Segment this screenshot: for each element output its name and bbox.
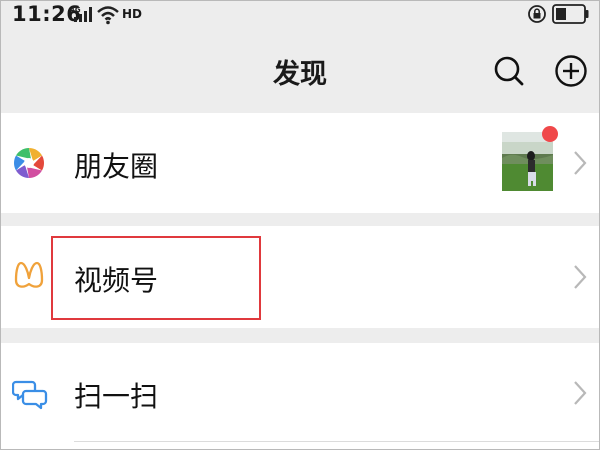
hd-label: HD	[122, 7, 143, 21]
list-item-scan[interactable]: 扫一扫	[0, 343, 600, 450]
list-item-label: 朋友圈	[74, 150, 159, 183]
aperture-icon	[13, 148, 45, 178]
row-divider	[74, 441, 600, 442]
status-bar: 11:26 4G HD	[0, 0, 600, 30]
chevron-right-icon	[574, 151, 587, 175]
highlight-annotation-box	[51, 236, 261, 320]
network-type: 4G	[70, 6, 81, 14]
chevron-right-icon	[574, 381, 587, 405]
wifi-icon	[97, 6, 119, 25]
add-circle-icon[interactable]	[553, 53, 589, 89]
scan-chat-icon	[12, 380, 48, 410]
chevron-right-icon	[574, 265, 587, 289]
list-item-moments[interactable]: 朋友圈	[0, 113, 600, 213]
butterfly-channels-icon	[14, 261, 44, 288]
battery-icon	[552, 4, 589, 24]
signal-icon: 4G	[70, 6, 92, 22]
title-bar: 发现	[0, 30, 600, 113]
search-icon[interactable]	[491, 53, 527, 89]
lock-rotation-icon	[528, 5, 546, 23]
notification-badge	[542, 126, 558, 142]
list-item-label: 扫一扫	[74, 380, 159, 413]
